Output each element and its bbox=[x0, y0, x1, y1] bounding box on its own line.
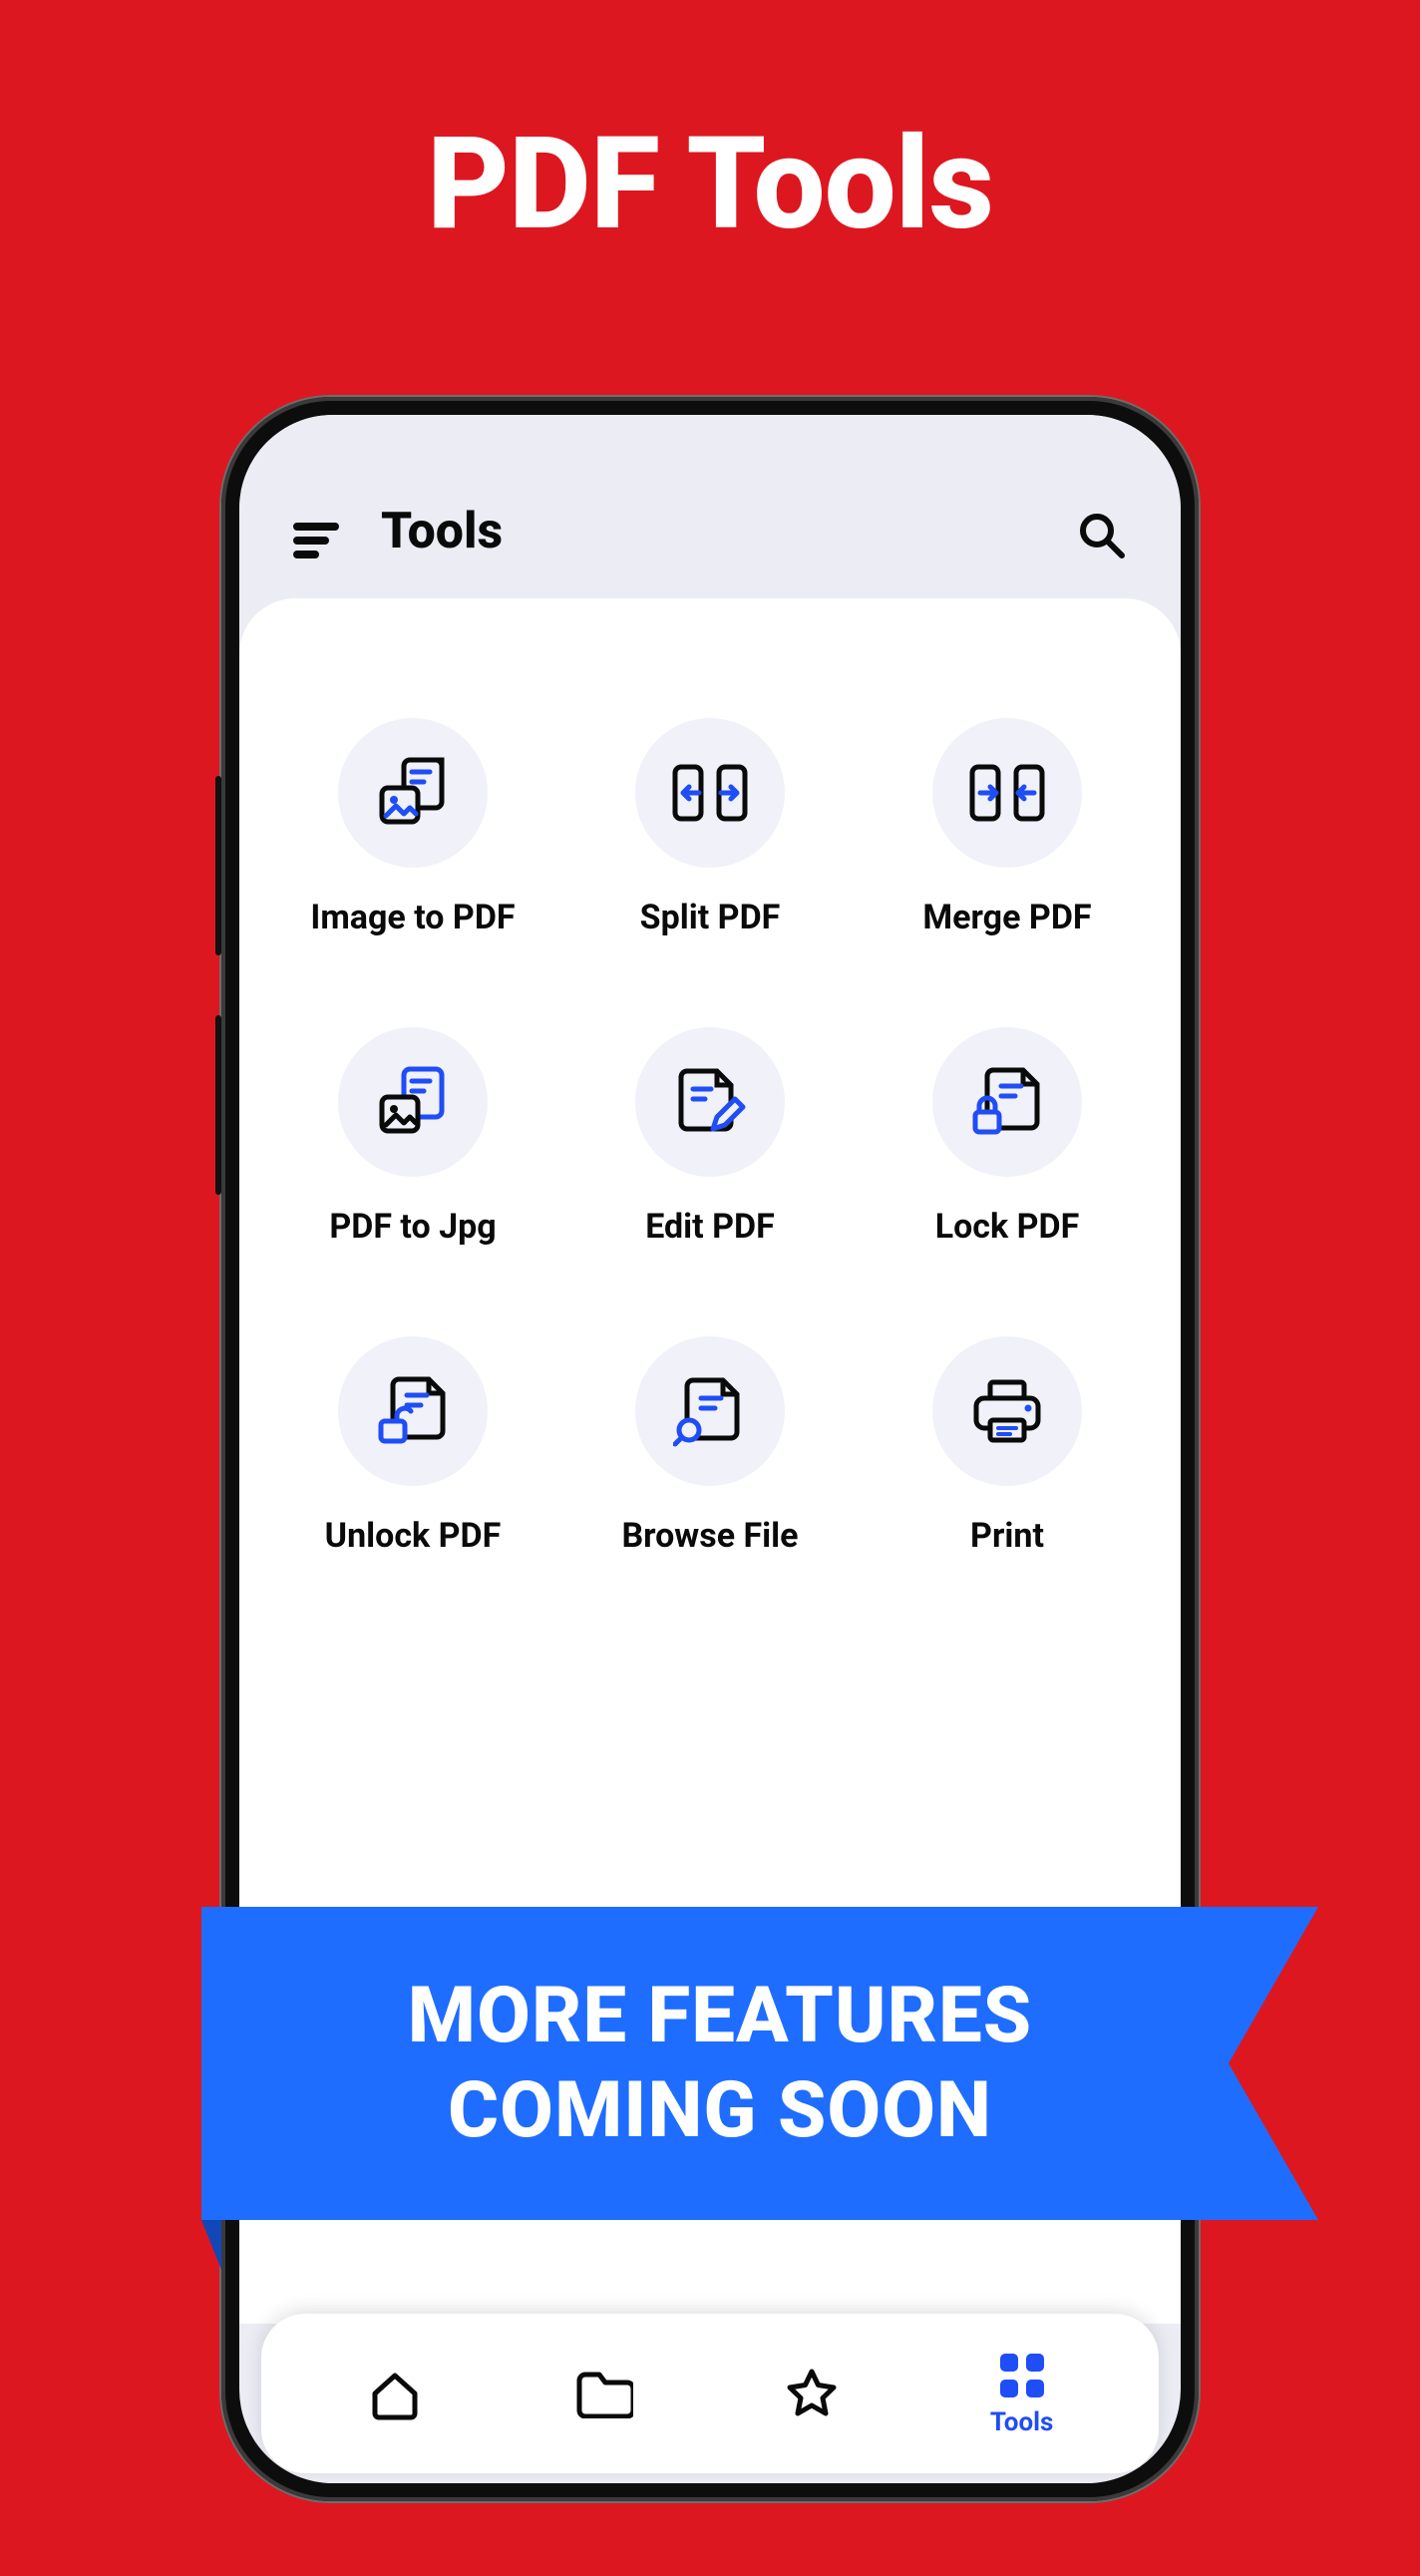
print-icon bbox=[970, 1376, 1044, 1446]
tools-grid-icon bbox=[996, 2350, 1048, 2401]
pdf-to-jpg-icon bbox=[374, 1063, 452, 1141]
tool-label: Edit PDF bbox=[645, 1207, 775, 1247]
banner-body: MORE FEATURES COMING SOON bbox=[201, 1907, 1239, 2220]
tool-label: PDF to Jpg bbox=[329, 1207, 496, 1247]
image-to-pdf-icon bbox=[374, 754, 452, 832]
nav-home[interactable] bbox=[367, 2366, 423, 2421]
tool-label: Browse File bbox=[621, 1516, 798, 1556]
tool-print[interactable]: Print bbox=[932, 1336, 1082, 1556]
tool-icon-wrap bbox=[338, 1336, 488, 1486]
tool-label: Unlock PDF bbox=[325, 1516, 502, 1556]
tool-label: Print bbox=[970, 1516, 1044, 1556]
tool-icon-wrap bbox=[338, 1027, 488, 1177]
tool-icon-wrap bbox=[635, 718, 785, 868]
star-icon bbox=[784, 2366, 840, 2421]
tool-unlock-pdf[interactable]: Unlock PDF bbox=[325, 1336, 502, 1556]
tool-label: Split PDF bbox=[640, 898, 781, 937]
banner-notch bbox=[1229, 1907, 1318, 2220]
tool-label: Merge PDF bbox=[922, 898, 1091, 937]
bottom-nav: Tools bbox=[261, 2314, 1159, 2473]
unlock-pdf-icon bbox=[375, 1373, 451, 1449]
banner-line-1: MORE FEATURES bbox=[408, 1971, 1032, 2061]
home-icon bbox=[367, 2366, 423, 2421]
nav-tools-label: Tools bbox=[990, 2407, 1054, 2437]
nav-tools[interactable]: Tools bbox=[990, 2350, 1054, 2437]
tool-browse-file[interactable]: Browse File bbox=[621, 1336, 798, 1556]
tool-icon-wrap bbox=[932, 718, 1082, 868]
lock-pdf-icon bbox=[969, 1064, 1045, 1140]
tool-image-to-pdf[interactable]: Image to PDF bbox=[310, 718, 515, 937]
merge-pdf-icon bbox=[966, 759, 1048, 827]
nav-files[interactable] bbox=[573, 2369, 633, 2418]
tool-label: Image to PDF bbox=[310, 898, 515, 937]
tool-edit-pdf[interactable]: Edit PDF bbox=[635, 1027, 785, 1247]
folder-icon bbox=[573, 2369, 633, 2418]
tool-merge-pdf[interactable]: Merge PDF bbox=[922, 718, 1091, 937]
split-pdf-icon bbox=[669, 759, 751, 827]
tool-icon-wrap bbox=[932, 1336, 1082, 1486]
hamburger-icon bbox=[293, 521, 345, 560]
page-title: PDF Tools bbox=[0, 110, 1420, 259]
banner-tail bbox=[201, 2220, 221, 2270]
app-bar: Tools bbox=[239, 415, 1181, 594]
app-bar-title: Tools bbox=[381, 503, 1041, 560]
tool-icon-wrap bbox=[635, 1336, 785, 1486]
menu-button[interactable] bbox=[293, 521, 345, 560]
banner-line-2: COMING SOON bbox=[448, 2065, 992, 2156]
tool-label: Lock PDF bbox=[935, 1207, 1080, 1247]
browse-file-icon bbox=[673, 1374, 747, 1448]
tool-lock-pdf[interactable]: Lock PDF bbox=[932, 1027, 1082, 1247]
tool-icon-wrap bbox=[635, 1027, 785, 1177]
search-button[interactable] bbox=[1077, 511, 1127, 560]
tool-icon-wrap bbox=[932, 1027, 1082, 1177]
tool-icon-wrap bbox=[338, 718, 488, 868]
promo-banner: MORE FEATURES COMING SOON bbox=[201, 1907, 1318, 2220]
tool-pdf-to-jpg[interactable]: PDF to Jpg bbox=[329, 1027, 496, 1247]
nav-favorites[interactable] bbox=[784, 2366, 840, 2421]
edit-pdf-icon bbox=[673, 1065, 747, 1139]
tools-grid: Image to PDF Split PDF bbox=[269, 718, 1151, 1556]
tool-split-pdf[interactable]: Split PDF bbox=[635, 718, 785, 937]
search-icon bbox=[1077, 511, 1127, 560]
